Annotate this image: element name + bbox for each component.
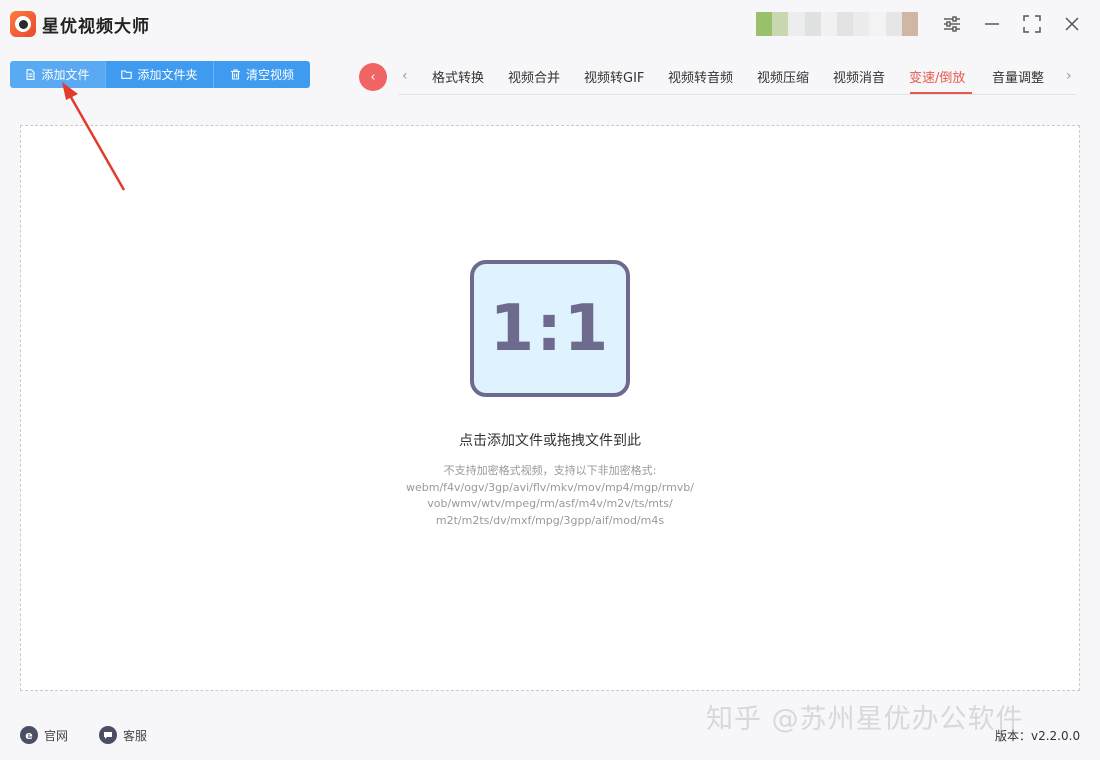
clear-videos-button[interactable]: 清空视频 bbox=[214, 61, 310, 88]
title-bar: 星优视频大师 bbox=[0, 0, 1100, 48]
file-icon bbox=[26, 69, 36, 80]
tabs-scroll-right-icon[interactable]: › bbox=[1066, 68, 1072, 84]
file-toolbar: 添加文件 添加文件夹 清空视频 bbox=[10, 61, 310, 88]
aspect-ratio-text: 1:1 bbox=[489, 291, 611, 366]
formats-list-3: m2t/m2ts/dv/mxf/mpg/3gpp/aif/mod/m4s bbox=[435, 513, 665, 527]
tab-format-convert[interactable]: 格式转换 bbox=[432, 67, 484, 86]
trash-icon bbox=[230, 69, 240, 80]
tabs-scroll-left-icon[interactable]: ‹ bbox=[402, 68, 408, 84]
tab-video-to-audio[interactable]: 视频转音频 bbox=[668, 67, 733, 86]
app-logo-icon bbox=[10, 11, 36, 37]
function-tabs: ‹ 格式转换 视频合并 视频转GIF 视频转音频 视频压缩 视频消音 变速/倒放… bbox=[398, 62, 1076, 95]
add-folder-label: 添加文件夹 bbox=[137, 68, 198, 82]
close-icon[interactable] bbox=[1060, 12, 1084, 36]
support-label: 客服 bbox=[123, 728, 148, 743]
tab-volume-adjust[interactable]: 音量调整 bbox=[992, 67, 1044, 86]
app-title: 星优视频大师 bbox=[42, 17, 150, 37]
tab-video-merge[interactable]: 视频合并 bbox=[508, 67, 560, 86]
website-label: 官网 bbox=[44, 728, 69, 743]
website-link[interactable]: e 官网 bbox=[20, 726, 68, 744]
watermark: 知乎 @苏州星优办公软件 bbox=[706, 704, 1024, 735]
support-link[interactable]: 客服 bbox=[99, 726, 147, 744]
aspect-ratio-icon[interactable]: 1:1 bbox=[470, 260, 630, 397]
tab-video-to-gif[interactable]: 视频转GIF bbox=[584, 67, 644, 86]
folder-icon bbox=[121, 70, 133, 79]
formats-note: 不支持加密格式视频，支持以下非加密格式: bbox=[443, 464, 657, 477]
tab-speed-reverse[interactable]: 变速/倒放 bbox=[909, 67, 965, 86]
user-avatar[interactable] bbox=[756, 12, 919, 36]
tab-video-mute[interactable]: 视频消音 bbox=[833, 67, 885, 86]
formats-list-1: webm/f4v/ogv/3gp/avi/flv/mkv/mov/mp4/mgp… bbox=[405, 480, 694, 494]
active-tab-indicator bbox=[910, 92, 972, 94]
settings-icon[interactable] bbox=[940, 12, 964, 36]
annotation-arrow-icon bbox=[62, 82, 126, 191]
maximize-icon[interactable] bbox=[1020, 12, 1044, 36]
browser-icon: e bbox=[20, 726, 38, 744]
tab-video-compress[interactable]: 视频压缩 bbox=[757, 67, 809, 86]
file-drop-zone[interactable] bbox=[20, 125, 1080, 691]
back-button[interactable]: ‹ bbox=[359, 63, 387, 91]
clear-videos-label: 清空视频 bbox=[245, 68, 294, 82]
supported-formats: 不支持加密格式视频，支持以下非加密格式: webm/f4v/ogv/3gp/av… bbox=[0, 463, 1100, 529]
version-label: 版本：v2.2.0.0 bbox=[995, 729, 1081, 743]
minimize-icon[interactable] bbox=[980, 12, 1004, 36]
chevron-left-icon: ‹ bbox=[370, 69, 376, 85]
chat-icon bbox=[99, 726, 117, 744]
formats-list-2: vob/wmv/wtv/mpeg/rm/asf/m4v/m2v/ts/mts/ bbox=[427, 497, 673, 510]
drop-hint: 点击添加文件或拖拽文件到此 bbox=[459, 433, 641, 449]
